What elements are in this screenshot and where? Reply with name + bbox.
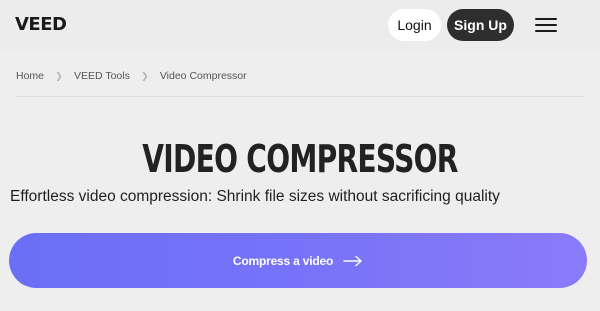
page-subtitle: Effortless video compression: Shrink fil… [10, 188, 500, 205]
breadcrumb: Home ❯ VEED Tools ❯ Video Compressor [16, 68, 247, 84]
menu-line-bottom [535, 30, 557, 32]
menu-line-top [535, 18, 557, 20]
breadcrumb-video-compressor: Video Compressor [159, 70, 247, 82]
login-button[interactable]: Login [388, 9, 441, 41]
chevron-right-icon: ❯ [55, 70, 63, 81]
breadcrumb-veed-tools[interactable]: VEED Tools [74, 70, 130, 82]
menu-line-middle [535, 24, 557, 26]
hamburger-menu-icon[interactable] [533, 15, 559, 35]
veed-logo-text: VEED [15, 14, 66, 35]
breadcrumb-divider [16, 96, 584, 97]
arrow-right-icon [343, 255, 363, 267]
page-title: VIDEO COMPRESSOR [142, 137, 458, 181]
page: VEED Login Sign Up Home ❯ VEED Tools ❯ V… [0, 0, 600, 311]
compress-video-button[interactable]: Compress a video [9, 233, 587, 288]
compress-video-label: Compress a video [232, 253, 334, 268]
sign-up-button[interactable]: Sign Up [447, 9, 514, 41]
breadcrumb-home[interactable]: Home [16, 70, 44, 82]
chevron-right-icon: ❯ [141, 70, 149, 81]
veed-logo[interactable]: VEED [15, 13, 77, 35]
top-nav: VEED Login Sign Up [0, 0, 600, 52]
